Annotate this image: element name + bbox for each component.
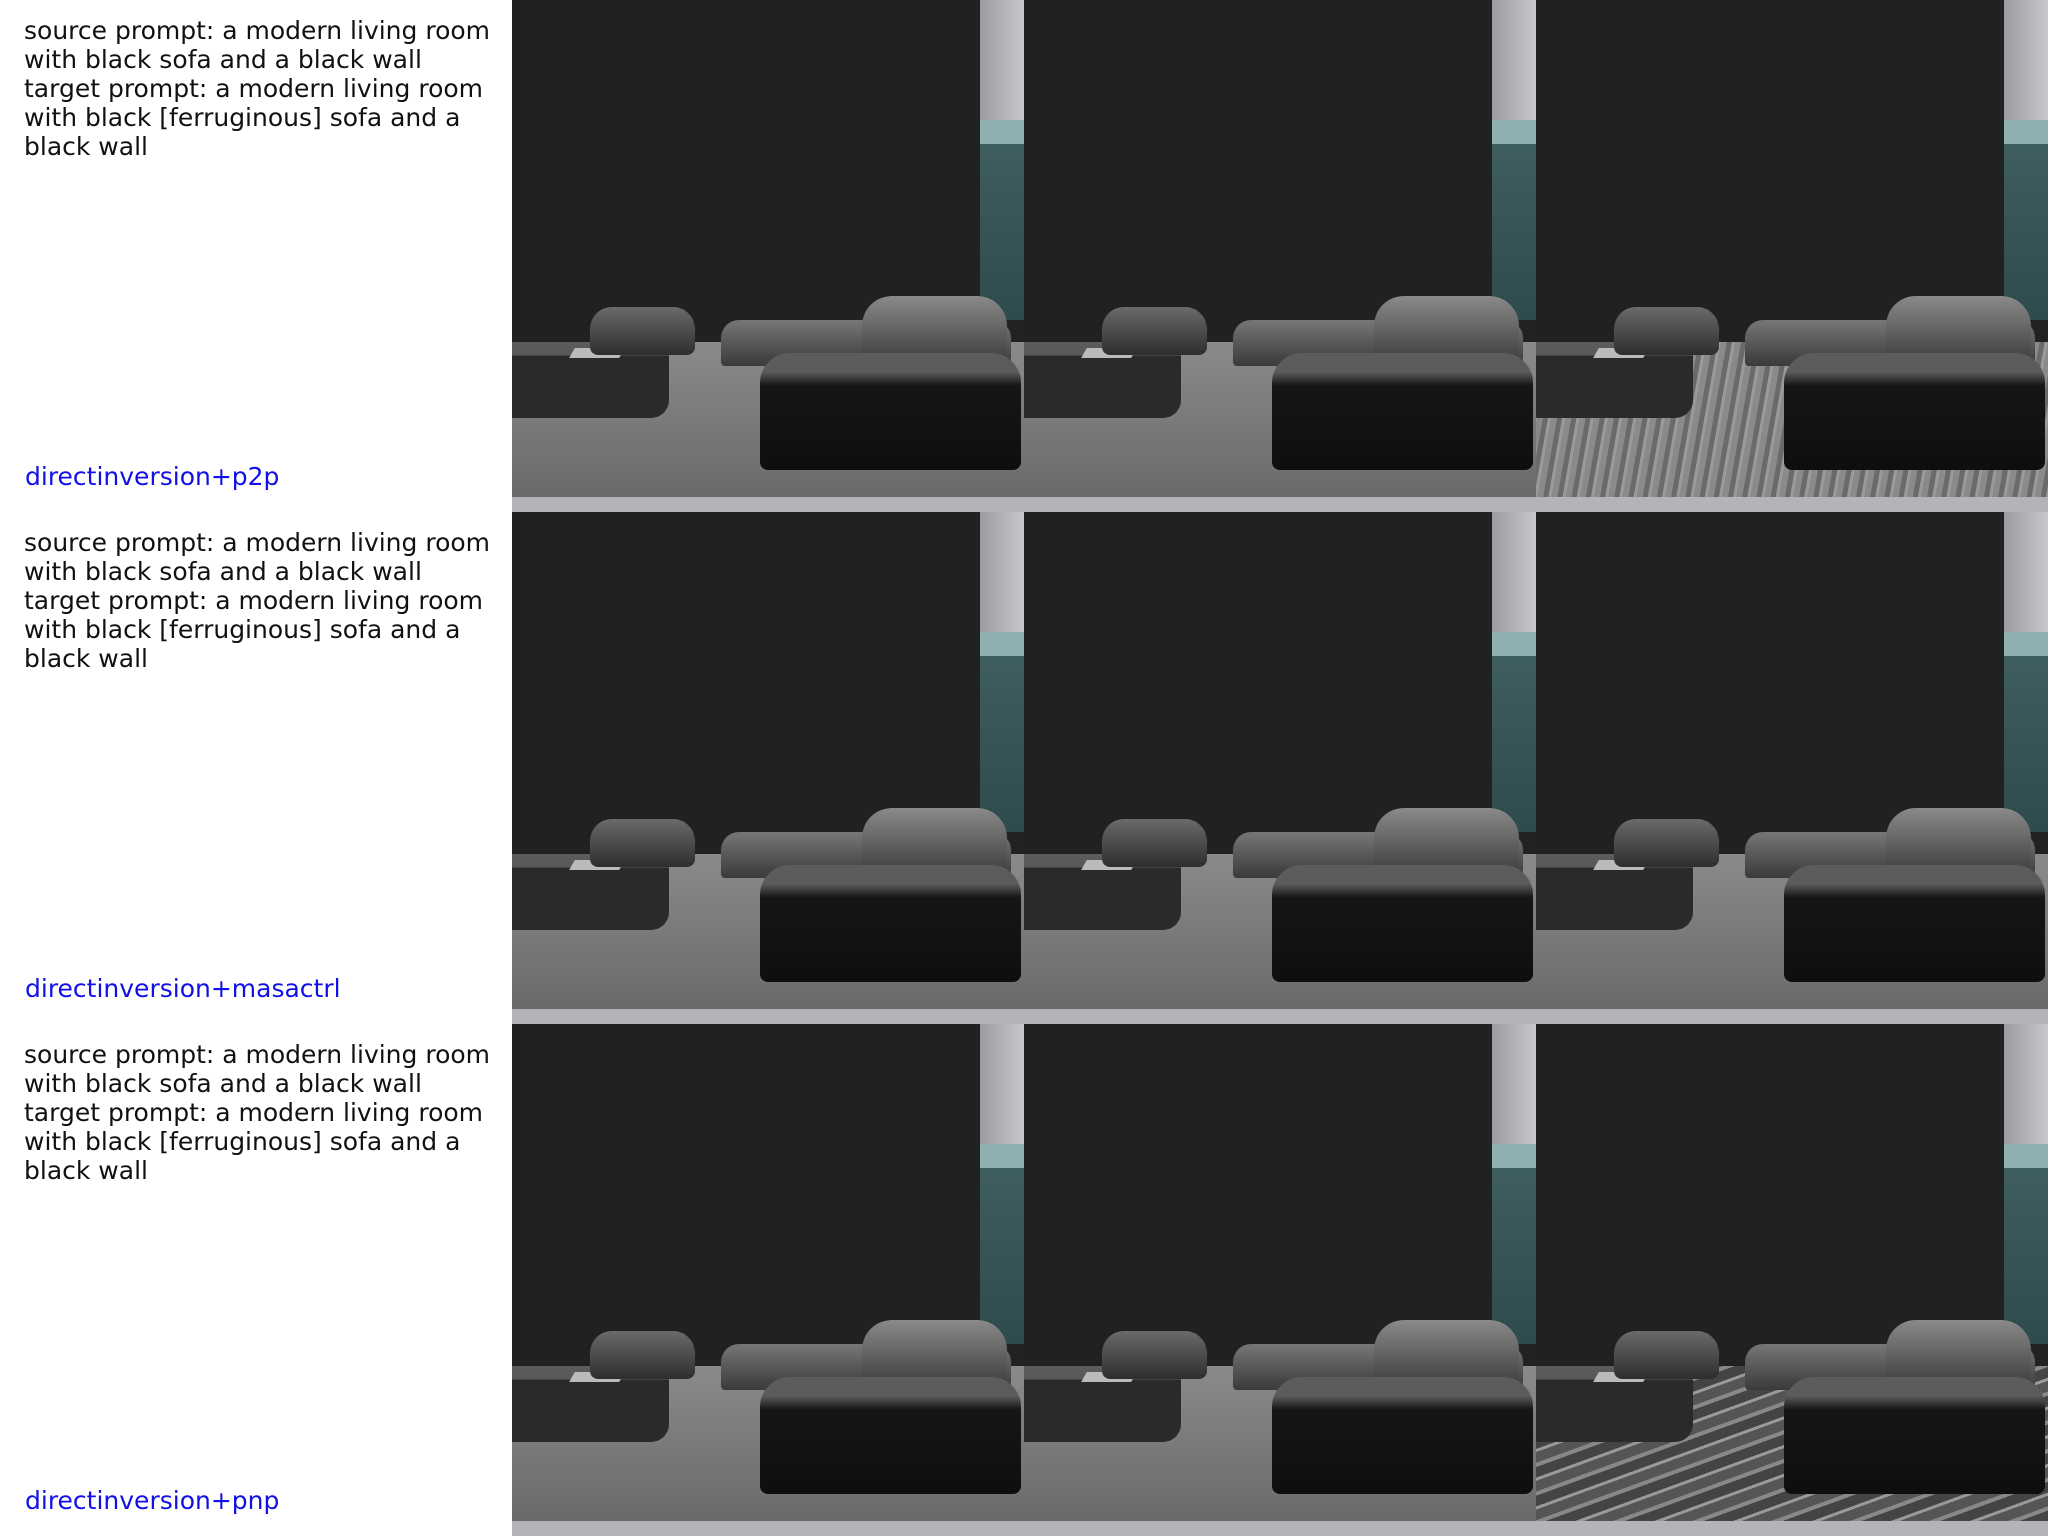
target-prompt: target prompt: a modern living room with… <box>24 1098 491 1185</box>
prompt-panel: source prompt: a modern living room with… <box>0 1024 512 1536</box>
method-label: directinversion+masactrl <box>25 974 341 1003</box>
prompt-panel: source prompt: a modern living room with… <box>0 512 512 1024</box>
source-image <box>512 512 1024 1024</box>
edited-image <box>1536 0 2048 512</box>
method-label: directinversion+pnp <box>25 1486 280 1515</box>
inversion-image <box>1024 512 1536 1024</box>
method-label: directinversion+p2p <box>25 462 280 491</box>
edited-image <box>1536 1024 2048 1536</box>
result-row: source prompt: a modern living room with… <box>0 1024 2048 1536</box>
prompt-text: source prompt: a modern living room with… <box>24 1040 504 1185</box>
source-image <box>512 1024 1024 1536</box>
result-row: source prompt: a modern living room with… <box>0 512 2048 1024</box>
target-prompt: target prompt: a modern living room with… <box>24 586 491 673</box>
prompt-text: source prompt: a modern living room with… <box>24 528 504 673</box>
prompt-panel: source prompt: a modern living room with… <box>0 0 512 512</box>
source-prompt: source prompt: a modern living room with… <box>24 528 498 586</box>
edited-image <box>1536 512 2048 1024</box>
result-row: source prompt: a modern living room with… <box>0 0 2048 512</box>
target-prompt: target prompt: a modern living room with… <box>24 74 491 161</box>
inversion-image <box>1024 1024 1536 1536</box>
inversion-image <box>1024 0 1536 512</box>
source-prompt: source prompt: a modern living room with… <box>24 1040 498 1098</box>
source-image <box>512 0 1024 512</box>
prompt-text: source prompt: a modern living room with… <box>24 16 504 161</box>
source-prompt: source prompt: a modern living room with… <box>24 16 498 74</box>
